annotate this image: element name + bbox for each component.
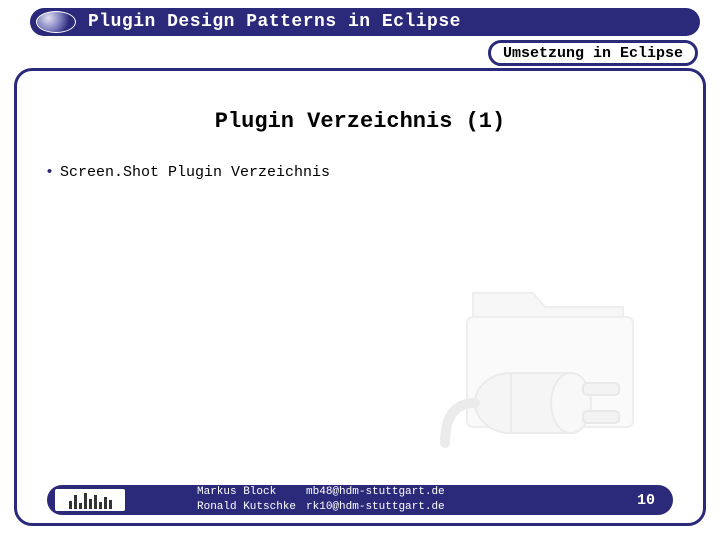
breadcrumb-label: Umsetzung in Eclipse [503, 45, 683, 62]
content-frame: Plugin Verzeichnis (1) • Screen.Shot Plug… [14, 68, 706, 526]
author2-name: Ronald Kutschke [197, 501, 304, 514]
bullet-icon: • [45, 164, 54, 181]
bullet-text: Screen.Shot Plugin Verzeichnis [60, 164, 330, 181]
bullet-item: • Screen.Shot Plugin Verzeichnis [45, 164, 703, 181]
plugin-watermark-icon [433, 283, 663, 463]
author1-name: Markus Block [197, 486, 304, 499]
footer-bar: Markus Block mb48@hdm-stuttgart.de Ronal… [47, 485, 673, 515]
page-number: 10 [637, 492, 655, 509]
footer-authors: Markus Block mb48@hdm-stuttgart.de Ronal… [195, 484, 455, 516]
author1-email: mb48@hdm-stuttgart.de [306, 486, 453, 499]
slide-heading: Plugin Verzeichnis (1) [17, 109, 703, 134]
hdm-logo-icon [55, 489, 125, 511]
breadcrumb-wrap: Umsetzung in Eclipse [418, 40, 698, 70]
author2-email: rk10@hdm-stuttgart.de [306, 501, 453, 514]
title-bar: Plugin Design Patterns in Eclipse [30, 8, 700, 36]
breadcrumb: Umsetzung in Eclipse [488, 40, 698, 66]
presentation-title: Plugin Design Patterns in Eclipse [88, 12, 461, 32]
eclipse-logo-icon [36, 11, 76, 33]
